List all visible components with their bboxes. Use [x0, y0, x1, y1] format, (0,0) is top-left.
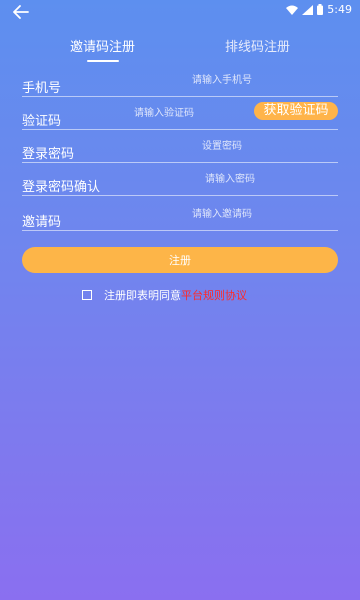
- password-confirm-input[interactable]: [160, 168, 300, 190]
- agreement-row: 注册即表明同意 平台规则协议: [82, 287, 247, 303]
- agreement-text: 注册即表明同意: [104, 289, 181, 302]
- divider: [22, 129, 338, 130]
- checkbox-icon[interactable]: [82, 290, 92, 300]
- divider: [22, 96, 338, 97]
- wifi-icon: [286, 5, 299, 15]
- password-confirm-row: 登录密码确认: [22, 168, 338, 196]
- divider: [22, 230, 338, 231]
- get-code-button[interactable]: 获取验证码: [254, 102, 338, 120]
- invite-input[interactable]: [152, 203, 292, 225]
- invite-label: 邀请码: [22, 215, 62, 230]
- status-bar: 5:49: [0, 0, 360, 24]
- password-label: 登录密码: [22, 147, 75, 162]
- code-row: 验证码 获取验证码: [22, 102, 338, 130]
- status-time: 5:49: [327, 3, 352, 16]
- phone-input[interactable]: [152, 69, 292, 91]
- arrow-left-icon: [13, 5, 29, 19]
- invite-row: 邀请码: [22, 203, 338, 231]
- signal-icon: [302, 4, 314, 15]
- password-row: 登录密码: [22, 135, 338, 163]
- divider: [22, 162, 338, 163]
- code-input[interactable]: [94, 102, 234, 124]
- status-icons: 5:49: [286, 3, 352, 16]
- phone-label: 手机号: [22, 81, 62, 96]
- tab-line-code-register[interactable]: 排线码注册: [225, 36, 290, 55]
- tab-invite-register[interactable]: 邀请码注册: [70, 36, 135, 55]
- password-confirm-label: 登录密码确认: [22, 180, 101, 195]
- phone-row: 手机号: [22, 69, 338, 97]
- divider: [22, 195, 338, 196]
- battery-icon: [317, 4, 324, 15]
- tab-bar: 邀请码注册 排线码注册: [0, 36, 360, 66]
- register-button[interactable]: 注册: [22, 247, 338, 273]
- back-button[interactable]: [6, 0, 36, 24]
- code-label: 验证码: [22, 114, 62, 129]
- tab-active-indicator: [87, 60, 119, 62]
- agreement-link[interactable]: 平台规则协议: [181, 287, 247, 303]
- password-input[interactable]: [152, 135, 292, 157]
